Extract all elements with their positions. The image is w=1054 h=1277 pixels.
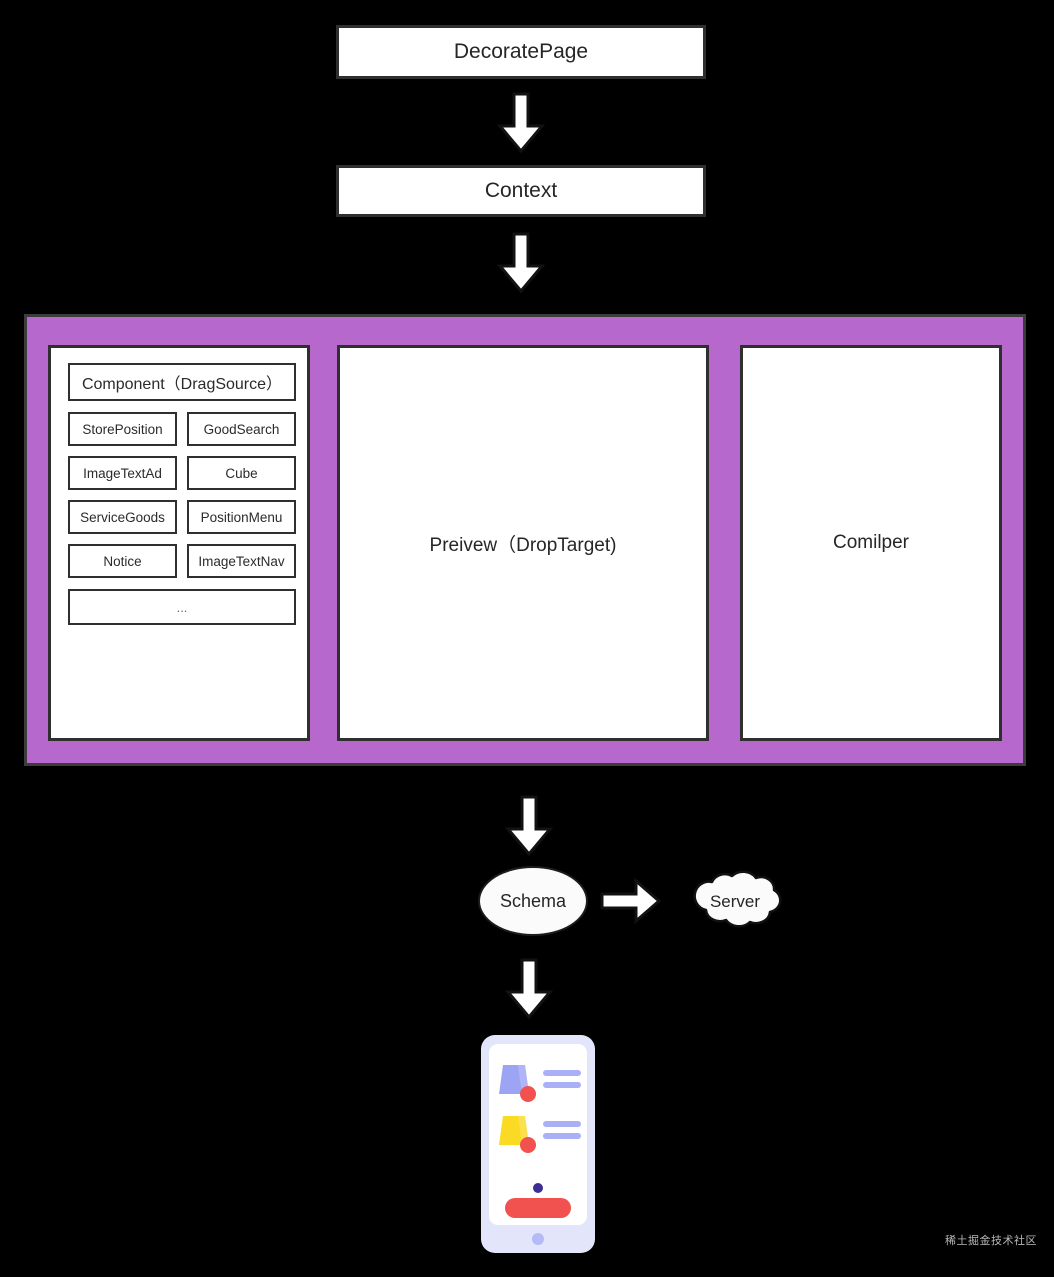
component-chip-label: GoodSearch xyxy=(203,421,280,437)
component-panel-header-label: Component（DragSource） xyxy=(81,376,283,393)
node-context[interactable]: Context xyxy=(336,165,706,217)
component-panel-header: Component（DragSource） xyxy=(68,363,296,401)
component-chip-label: ImageTextNav xyxy=(198,553,285,569)
editor-container: Component（DragSource） StorePosition Good… xyxy=(24,314,1026,766)
component-chip-position-menu[interactable]: PositionMenu xyxy=(187,500,296,534)
watermark: 稀土掘金技术社区 xyxy=(938,1230,1044,1250)
arrow-down-context-to-editor xyxy=(497,232,545,294)
panel-preview-label: Preivew（DropTarget) xyxy=(429,534,617,556)
node-context-label: Context xyxy=(484,179,558,202)
arrow-down-editor-to-schema xyxy=(505,795,553,857)
arrow-down-decorate-to-context xyxy=(497,92,545,154)
component-chip-notice[interactable]: Notice xyxy=(68,544,177,578)
node-server-label: Server xyxy=(709,892,761,911)
component-chip-label: ServiceGoods xyxy=(80,509,165,525)
component-chip-more[interactable]: ... xyxy=(68,589,296,625)
node-schema[interactable]: Schema xyxy=(478,866,588,936)
watermark-text: 稀土掘金技术社区 xyxy=(945,1235,1037,1247)
node-decorate-page-label: DecoratePage xyxy=(453,40,589,63)
component-chip-grid: StorePosition GoodSearch ImageTextAd Cub… xyxy=(68,412,296,578)
component-chip-label: StorePosition xyxy=(82,421,163,437)
component-chip-image-text-ad[interactable]: ImageTextAd xyxy=(68,456,177,490)
component-chip-label: Cube xyxy=(225,465,258,481)
node-schema-label: Schema xyxy=(499,890,567,911)
node-server-label-wrap: Server xyxy=(688,866,782,938)
phone-preview-mockup xyxy=(481,1035,595,1253)
diagram-canvas: DecoratePage Context Component（DragSourc… xyxy=(0,0,1054,1277)
component-chip-label: Notice xyxy=(103,553,142,569)
node-decorate-page[interactable]: DecoratePage xyxy=(336,25,706,79)
component-chip-good-search[interactable]: GoodSearch xyxy=(187,412,296,446)
arrow-right-schema-to-server xyxy=(600,878,662,924)
component-chip-store-position[interactable]: StorePosition xyxy=(68,412,177,446)
component-chip-cube[interactable]: Cube xyxy=(187,456,296,490)
component-chip-label: PositionMenu xyxy=(200,509,283,525)
component-chip-image-text-nav[interactable]: ImageTextNav xyxy=(187,544,296,578)
component-chip-service-goods[interactable]: ServiceGoods xyxy=(68,500,177,534)
component-list: Component（DragSource） StorePosition Good… xyxy=(68,363,296,625)
panel-compiler-label: Comilper xyxy=(832,532,910,553)
component-chip-more-label: ... xyxy=(176,599,188,615)
node-server[interactable]: Server xyxy=(688,866,782,938)
component-chip-label: ImageTextAd xyxy=(83,465,162,481)
panel-preview-drop-target[interactable]: Preivew（DropTarget) xyxy=(337,345,709,741)
panel-compiler[interactable]: Comilper xyxy=(740,345,1002,741)
arrow-down-schema-to-phone xyxy=(505,958,553,1020)
panel-component-drag-source: Component（DragSource） StorePosition Good… xyxy=(48,345,310,741)
